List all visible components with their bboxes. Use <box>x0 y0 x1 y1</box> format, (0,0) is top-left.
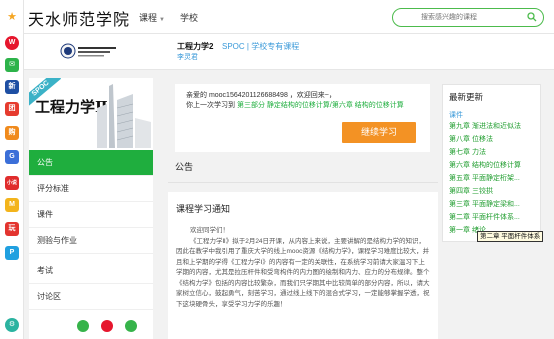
update-item[interactable]: 第三章 平面静定梁和... <box>449 199 520 209</box>
shop-icon[interactable]: 小说 <box>5 176 19 190</box>
update-item[interactable]: 第二章 平面杆件体系... <box>449 212 520 222</box>
divider <box>168 182 438 183</box>
settings-icon[interactable]: ⚙ <box>5 318 19 332</box>
site-header: 天水师范学院 课程 ▼ 学校 <box>24 0 554 34</box>
sidebar-item-exam[interactable]: 考试 <box>29 258 153 284</box>
continue-learning-button[interactable]: 继续学习 <box>342 122 416 143</box>
sidebar-item-quizzes[interactable]: 测验与作业 <box>29 228 153 254</box>
announcement-text: 《工程力学Ⅱ》拟于2月24日开课，从内容上来说，主要讲解的是结构力学的知识，因此… <box>176 237 430 308</box>
hover-tooltip: 第二章 平面杆件体系 <box>477 231 544 242</box>
updates-category: 课件 <box>449 112 463 119</box>
sidebar-item-forum[interactable]: 讨论区 <box>29 284 153 310</box>
app-icon[interactable]: P <box>5 246 19 260</box>
announcement-card: 课程学习通知 欢迎同学们！ 《工程力学Ⅱ》拟于2月24日开课，从内容上来说，主要… <box>168 192 438 339</box>
app-icon[interactable]: 购 <box>5 126 19 140</box>
latest-updates-title: 最新更新 <box>449 92 484 102</box>
announcement-heading: 公告 <box>175 162 194 172</box>
app-icon[interactable]: 玩 <box>5 222 19 236</box>
app-icon[interactable]: 新 <box>5 80 19 94</box>
nav-school[interactable]: 学校 <box>180 11 198 24</box>
site-logo-text[interactable]: 天水师范学院 <box>28 6 130 30</box>
course-sidebar: SPOC 工程力学Ⅱ 公告 评分标准 课件 测验与作业 考试 讨论区 <box>29 78 153 339</box>
update-item[interactable]: 第五章 平面静定桁架... <box>449 173 520 183</box>
announcement-greeting: 欢迎同学们！ <box>190 227 229 234</box>
nav-course-label: 课程 <box>139 13 158 23</box>
sidebar-item-announcement[interactable]: 公告 <box>29 150 153 176</box>
qq-icon[interactable] <box>125 320 137 332</box>
update-item[interactable]: 第六章 结构的位移计算 <box>449 160 521 170</box>
search-input[interactable] <box>421 11 521 24</box>
share-row <box>29 310 153 339</box>
last-learned: 你上一次学习到 第三部分 静定结构的位移计算/第六章 结构的位移计算 <box>186 101 426 111</box>
favorites-star-icon[interactable]: ★ <box>5 10 19 24</box>
welcome-greeting: 亲爱的 mooc1564201126688498 ，欢迎回来~， <box>186 92 336 99</box>
chevron-down-icon: ▼ <box>159 17 165 23</box>
app-icon[interactable]: 团 <box>5 102 19 116</box>
game-icon[interactable]: M <box>5 198 19 212</box>
building-illustration <box>97 84 151 148</box>
course-header: 工程力学2 SPOC | 学校专有课程 李灵君 <box>24 34 554 70</box>
update-item[interactable]: 第四章 三铰拱 <box>449 186 493 196</box>
search-icon[interactable] <box>527 12 537 22</box>
update-item[interactable]: 第九章 渐进法和近似法 <box>449 121 521 131</box>
course-type-link[interactable]: SPOC | 学校专有课程 <box>222 41 299 52</box>
course-title: 工程力学2 <box>177 42 214 51</box>
last-learned-prefix: 你上一次学习到 <box>186 102 237 109</box>
course-cover: SPOC 工程力学Ⅱ <box>29 78 153 148</box>
update-item[interactable]: 第八章 位移法 <box>449 134 493 144</box>
nav-course[interactable]: 课程 ▼ <box>139 11 165 24</box>
wechat-icon[interactable] <box>77 320 89 332</box>
weibo-icon[interactable]: W <box>5 36 19 50</box>
game-icon[interactable]: G <box>5 150 19 164</box>
teacher-link[interactable]: 李灵君 <box>177 52 198 62</box>
browser-sidebar: ★ W ✉ 新 团 购 G 小说 M 玩 P ⚙ <box>0 0 24 339</box>
sidebar-item-grading[interactable]: 评分标准 <box>29 176 153 202</box>
sidebar-item-courseware[interactable]: 课件 <box>29 202 153 228</box>
mail-icon[interactable]: ✉ <box>5 58 19 72</box>
latest-updates-panel: 最新更新 课件 第九章 渐进法和近似法 第八章 位移法 第七章 力法 第六章 结… <box>442 84 541 242</box>
announcement-title: 课程学习通知 <box>176 204 231 214</box>
search-box[interactable] <box>392 8 544 27</box>
announcement-body: 欢迎同学们！ 《工程力学Ⅱ》拟于2月24日开课，从内容上来说，主要讲解的是结构力… <box>176 226 430 310</box>
update-item[interactable]: 第七章 力法 <box>449 147 486 157</box>
weibo-share-icon[interactable] <box>101 320 113 332</box>
last-learned-link[interactable]: 第三部分 静定结构的位移计算/第六章 结构的位移计算 <box>237 102 404 109</box>
welcome-panel: 亲爱的 mooc1564201126688498 ，欢迎回来~， 你上一次学习到… <box>175 84 430 152</box>
school-logo <box>60 43 116 59</box>
page: ★ W ✉ 新 团 购 G 小说 M 玩 P ⚙ 天水师范学院 课程▼ 学校 <box>0 0 554 339</box>
